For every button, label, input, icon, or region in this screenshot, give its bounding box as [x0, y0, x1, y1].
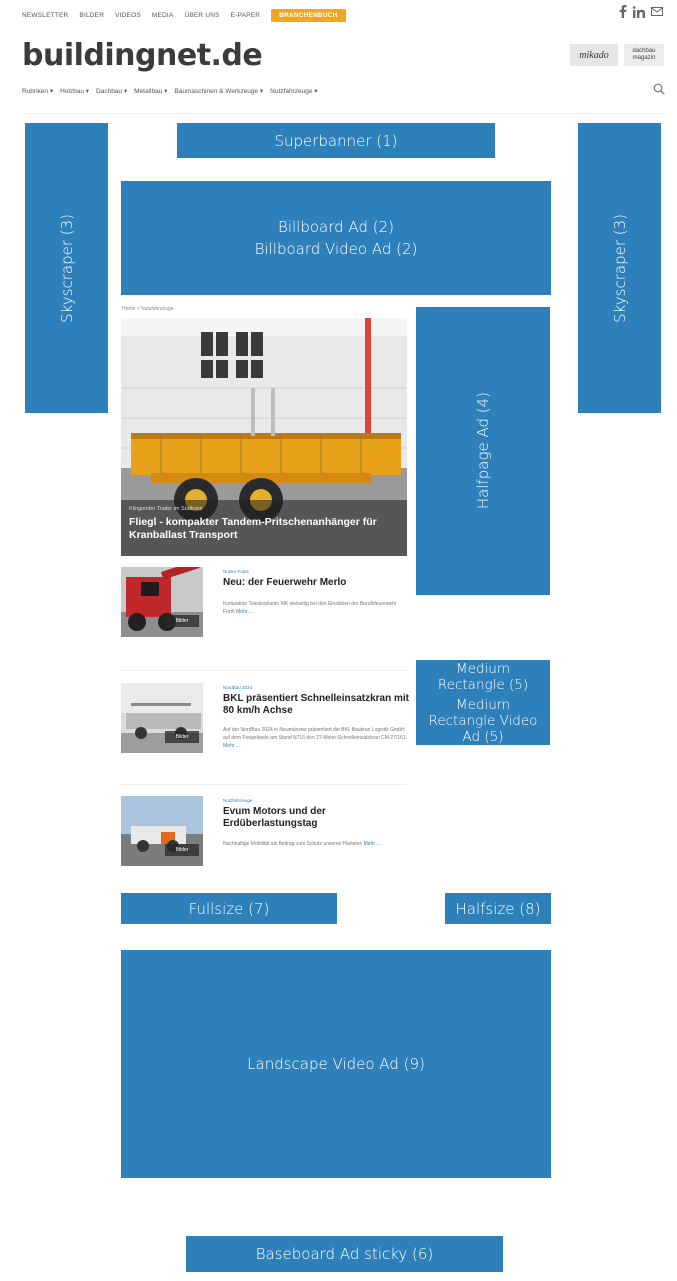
- halfpage-label: Halfpage Ad (4): [474, 392, 492, 510]
- top-nav-newsletter[interactable]: NEWSLETTER: [22, 12, 68, 19]
- article-title[interactable]: Neu: der Feuerwehr Merlo: [223, 577, 409, 589]
- billboard-label: Billboard Ad (2): [278, 218, 394, 236]
- list-item[interactable]: Bilder NordBau 2024 BKL präsentiert Schn…: [121, 683, 409, 755]
- category-dachbau[interactable]: Dachbau ▾: [96, 87, 127, 95]
- linkedin-icon[interactable]: [633, 5, 645, 18]
- skyscraper-left-label: Skyscraper (3): [57, 213, 76, 323]
- category-holzbau[interactable]: Holzbau ▾: [60, 87, 89, 95]
- more-link[interactable]: Mehr ...: [236, 609, 253, 615]
- article-divider: [121, 670, 407, 671]
- category-nav: Rubriken ▾ Holzbau ▾ Dachbau ▾ Metallbau…: [22, 87, 318, 95]
- landscape-label: Landscape Video Ad (9): [247, 1055, 425, 1073]
- site-logo[interactable]: buildingnet.de: [22, 38, 263, 73]
- article-excerpt: Kompakter Teleskoplader MK vielseitig be…: [223, 600, 407, 616]
- baseboard-sticky-ad[interactable]: Baseboard Ad sticky (6): [186, 1236, 503, 1272]
- branchenbuch-button[interactable]: BRANCHENBUCH: [271, 9, 346, 22]
- article-excerpt-text: Nachhaltige Mobilität als Beitrag zum Sc…: [223, 841, 363, 847]
- article-thumbnail[interactable]: Bilder: [121, 683, 203, 753]
- skyscraper-ad-left[interactable]: Skyscraper (3): [25, 123, 108, 413]
- skyscraper-ad-right[interactable]: Skyscraper (3): [578, 123, 661, 413]
- medium-rectangle-ad[interactable]: Medium Rectangle (5) Medium Rectangle Vi…: [416, 660, 550, 745]
- list-item[interactable]: Bilder Nutzfahrzeuge Evum Motors und der…: [121, 796, 407, 868]
- article-thumbnail[interactable]: Bilder: [121, 567, 203, 637]
- article-divider: [121, 784, 407, 785]
- article-title[interactable]: Evum Motors und der Erdüberlastungstag: [223, 806, 363, 830]
- halfsize-label: Halfsize (8): [455, 899, 541, 918]
- more-link[interactable]: Mehr ...: [223, 743, 240, 749]
- breadcrumb[interactable]: Home > Nutzfahrzeuge: [122, 306, 174, 312]
- top-nav: NEWSLETTER BILDER VIDEOS MEDIA ÜBER UNS …: [22, 9, 346, 22]
- bilder-button[interactable]: Bilder: [165, 844, 199, 856]
- medrect-line3: Medium: [456, 696, 510, 713]
- mikado-logo[interactable]: mikado: [570, 44, 618, 66]
- dachbau-magazin-logo[interactable]: dachbau magazin: [624, 44, 664, 66]
- skyscraper-right-label: Skyscraper (3): [610, 213, 629, 323]
- top-nav-epaper[interactable]: E-PAPER: [231, 12, 260, 19]
- article-meta: NordBau 2024: [223, 685, 253, 690]
- top-nav-media[interactable]: MEDIA: [152, 12, 174, 19]
- header-divider: [22, 113, 664, 114]
- top-nav-ueber-uns[interactable]: ÜBER UNS: [184, 12, 219, 19]
- hero-tag: Klingender Trailer im Südkreis: [129, 506, 203, 512]
- category-metallbau[interactable]: Metallbau ▾: [134, 87, 167, 95]
- facebook-icon[interactable]: [619, 5, 627, 18]
- article-meta: Nutzer Fotos: [223, 569, 249, 574]
- halfpage-ad[interactable]: Halfpage Ad (4): [416, 307, 550, 595]
- article-excerpt: Nachhaltige Mobilität als Beitrag zum Sc…: [223, 840, 407, 848]
- article-excerpt: Auf der NordBau 2024 in Neumünster präse…: [223, 726, 407, 750]
- medrect-line2: Rectangle (5): [437, 676, 529, 693]
- hero-title[interactable]: Fliegl - kompakter Tandem-Pritschenanhän…: [129, 516, 399, 542]
- top-nav-bilder[interactable]: BILDER: [79, 12, 104, 19]
- landscape-video-ad[interactable]: Landscape Video Ad (9): [121, 950, 551, 1178]
- halfsize-ad[interactable]: Halfsize (8): [445, 893, 551, 924]
- bilder-button[interactable]: Bilder: [165, 615, 199, 627]
- medrect-line1: Medium: [456, 660, 510, 677]
- medrect-line5: Ad (5): [462, 728, 504, 745]
- article-meta: Nutzfahrzeuge: [223, 798, 253, 803]
- category-baumaschinen[interactable]: Baumaschinen & Werkzeuge ▾: [174, 87, 263, 95]
- list-item[interactable]: Bilder Nutzer Fotos Neu: der Feuerwehr M…: [121, 567, 407, 639]
- billboard-video-label: Billboard Video Ad (2): [254, 240, 418, 258]
- superbanner-label: Superbanner (1): [274, 131, 398, 150]
- fullsize-ad[interactable]: Fullsize (7): [121, 893, 337, 924]
- category-rubriken[interactable]: Rubriken ▾: [22, 87, 53, 95]
- bilder-button[interactable]: Bilder: [165, 731, 199, 743]
- social-links: [619, 5, 663, 18]
- superbanner-ad[interactable]: Superbanner (1): [177, 123, 495, 158]
- fullsize-label: Fullsize (7): [188, 899, 270, 918]
- article-excerpt-text: Auf der NordBau 2024 in Neumünster präse…: [223, 727, 407, 741]
- search-icon[interactable]: [653, 82, 665, 100]
- hero-article[interactable]: Klingender Trailer im Südkreis Fliegl - …: [121, 318, 407, 556]
- more-link[interactable]: Mehr ...: [364, 841, 381, 847]
- article-title[interactable]: BKL präsentiert Schnelleinsatzkran mit 8…: [223, 693, 409, 717]
- medrect-line4: Rectangle Video: [428, 712, 538, 729]
- article-thumbnail[interactable]: Bilder: [121, 796, 203, 866]
- category-nutzfahrzeuge[interactable]: Nutzfahrzeuge ▾: [270, 87, 317, 95]
- top-nav-videos[interactable]: VIDEOS: [115, 12, 141, 19]
- baseboard-label: Baseboard Ad sticky (6): [255, 1245, 434, 1263]
- mail-icon[interactable]: [651, 7, 663, 16]
- billboard-ad[interactable]: Billboard Ad (2) Billboard Video Ad (2): [121, 181, 551, 295]
